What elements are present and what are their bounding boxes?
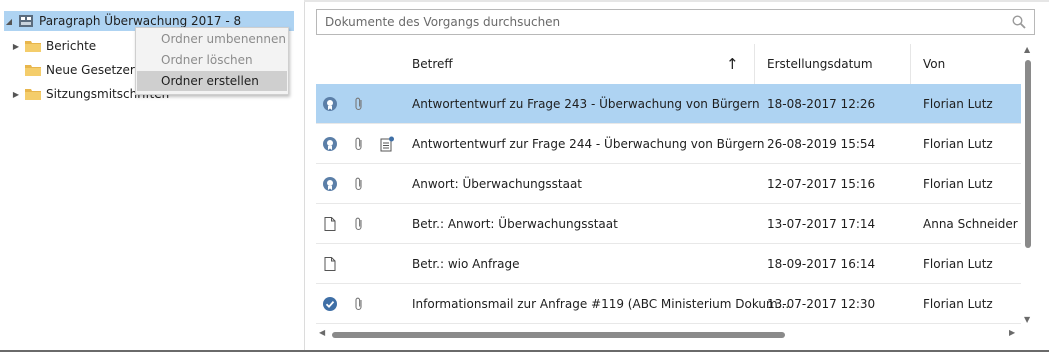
document-search-box	[316, 9, 1035, 35]
date-cell: 13-07-2017 17:14	[767, 216, 876, 231]
column-header-from[interactable]: Von	[923, 44, 945, 84]
tree-root-label: Paragraph Überwachung 2017 - 8	[39, 14, 242, 28]
from-cell: Florian Lutz	[923, 136, 993, 151]
tree-item-neue-gesetzeren[interactable]: Neue Gesetzeren	[25, 60, 150, 80]
subject-cell: Antwortentwurf zu Frage 243 - Überwachun…	[412, 96, 760, 111]
subject-cell: Betr.: wio Anfrage	[412, 256, 520, 271]
table-row[interactable]: Anwort: Überwachungsstaat 12-07-2017 15:…	[316, 164, 1021, 204]
note-icon	[380, 136, 394, 152]
sort-ascending-icon: ↑	[726, 55, 739, 73]
seal-icon	[323, 137, 337, 151]
table-row[interactable]: Antwortentwurf zu Frage 243 - Überwachun…	[316, 84, 1021, 124]
document-icon	[324, 257, 336, 271]
document-icon	[324, 217, 336, 231]
paperclip-icon	[355, 297, 362, 311]
menu-item-delete-folder[interactable]: Ordner löschen	[137, 50, 287, 70]
paperclip-icon	[355, 217, 362, 231]
folder-icon	[25, 89, 41, 100]
subject-cell: Informationsmail zur Anfrage #119 (ABC M…	[412, 296, 790, 311]
scroll-right-arrow-icon[interactable]: ▶	[1009, 328, 1015, 337]
subject-cell: Betr.: Anwort: Überwachungsstaat	[412, 216, 618, 231]
documents-grid: Betreff ↑ Erstellungsdatum Von Antworten…	[316, 44, 1021, 324]
subject-cell: Antwortentwurf zur Frage 244 - Überwachu…	[412, 136, 765, 151]
subject-cell: Anwort: Überwachungsstaat	[412, 176, 583, 191]
seal-icon	[323, 177, 337, 191]
from-cell: Anna Schneider	[923, 216, 1018, 231]
tree-item-label: Berichte	[46, 39, 97, 53]
search-icon[interactable]	[1012, 15, 1026, 29]
date-cell: 18-09-2017 16:14	[767, 256, 876, 271]
folder-icon	[25, 65, 41, 76]
table-row[interactable]: Antwortentwurf zur Frage 244 - Überwachu…	[316, 124, 1021, 164]
scroll-up-arrow-icon[interactable]: ▲	[1024, 45, 1030, 54]
column-header-subject[interactable]: Betreff	[412, 44, 453, 84]
column-header-date[interactable]: Erstellungsdatum	[767, 44, 873, 84]
horizontal-scrollbar[interactable]: ◀ ▶	[316, 328, 1021, 342]
folder-icon	[25, 41, 41, 52]
collapsed-arrow-icon[interactable]: ▶	[11, 41, 21, 51]
check-circle-icon	[323, 297, 337, 311]
case-file-icon	[19, 15, 33, 27]
date-cell: 26-08-2019 15:54	[767, 136, 876, 151]
from-cell: Florian Lutz	[923, 96, 993, 111]
from-cell: Florian Lutz	[923, 176, 993, 191]
expanded-arrow-icon[interactable]: ◢	[4, 16, 14, 26]
vertical-scrollbar[interactable]: ▲ ▼	[1021, 44, 1035, 326]
scroll-down-arrow-icon[interactable]: ▼	[1024, 315, 1030, 324]
column-divider[interactable]	[910, 44, 911, 84]
paperclip-icon	[355, 177, 362, 191]
menu-item-create-folder[interactable]: Ordner erstellen	[137, 71, 287, 91]
table-row[interactable]: Informationsmail zur Anfrage #119 (ABC M…	[316, 284, 1021, 324]
date-cell: 18-08-2017 12:26	[767, 96, 876, 111]
paperclip-icon	[355, 97, 362, 111]
date-cell: 12-07-2017 15:16	[767, 176, 876, 191]
column-divider[interactable]	[754, 44, 755, 84]
table-row[interactable]: Betr.: wio Anfrage 18-09-2017 16:14 Flor…	[316, 244, 1021, 284]
grid-header: Betreff ↑ Erstellungsdatum Von	[316, 44, 1021, 85]
collapsed-arrow-icon[interactable]: ▶	[11, 89, 21, 99]
menu-item-rename-folder[interactable]: Ordner umbenennen	[137, 29, 287, 49]
tree-item-label: Neue Gesetzeren	[46, 63, 150, 77]
date-cell: 13-07-2017 12:30	[767, 296, 876, 311]
table-row[interactable]: Betr.: Anwort: Überwachungsstaat 13-07-2…	[316, 204, 1021, 244]
paperclip-icon	[355, 137, 362, 151]
folder-context-menu: Ordner umbenennen Ordner löschen Ordner …	[135, 27, 289, 95]
tree-item-berichte[interactable]: ▶ Berichte	[11, 36, 96, 56]
pane-splitter[interactable]	[304, 2, 305, 350]
from-cell: Florian Lutz	[923, 296, 993, 311]
document-search-input[interactable]	[325, 14, 1005, 30]
vertical-scroll-thumb[interactable]	[1025, 60, 1031, 248]
scroll-left-arrow-icon[interactable]: ◀	[319, 328, 325, 337]
horizontal-scroll-thumb[interactable]	[332, 332, 785, 338]
from-cell: Florian Lutz	[923, 256, 993, 271]
seal-icon	[323, 97, 337, 111]
